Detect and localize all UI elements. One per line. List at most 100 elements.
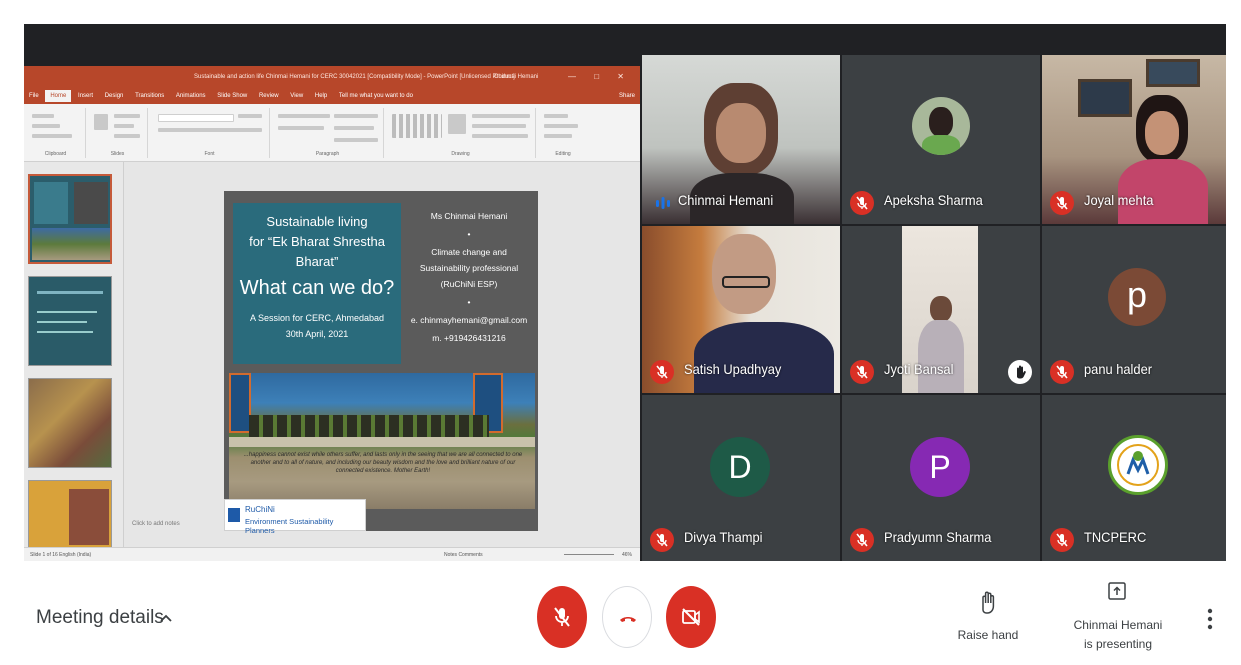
participant-name: Satish Upadhyay: [684, 361, 782, 377]
tab-insert[interactable]: Insert: [73, 90, 98, 102]
bullet: •: [467, 297, 471, 307]
zoom-slider[interactable]: [564, 554, 614, 555]
tab-view[interactable]: View: [285, 90, 308, 102]
bullet: •: [467, 229, 471, 239]
camera-toggle-button[interactable]: [666, 586, 716, 648]
slide-session-line: A Session for CERC, Ahmedabad: [249, 313, 385, 323]
ruchini-logo-mark-icon: [228, 508, 240, 522]
slide-title-block: Sustainable living for “Ek Bharat Shrest…: [233, 203, 401, 364]
slide-thumbnail[interactable]: [28, 174, 112, 264]
tab-transitions[interactable]: Transitions: [130, 90, 169, 102]
chevron-up-icon[interactable]: [158, 610, 174, 626]
tab-design[interactable]: Design: [100, 90, 129, 102]
participant-tile[interactable]: Jyoti Bansal: [842, 226, 1040, 393]
meeting-stage: Sustainable and action life Chinmai Hema…: [24, 24, 1226, 561]
participant-tile[interactable]: p panu halder: [1042, 226, 1226, 393]
participant-name: Divya Thampi: [684, 529, 763, 545]
speaker-email: e. chinmayhemani@gmail.com: [410, 315, 528, 325]
notes-placeholder[interactable]: Click to add notes: [132, 521, 180, 527]
participant-tile[interactable]: P Pradyumn Sharma: [842, 395, 1040, 561]
speaking-indicator-icon: [656, 197, 670, 209]
participant-avatar: p: [1108, 268, 1166, 326]
slide-counter: Slide 1 of 16 English (India): [30, 552, 92, 558]
participant-photo: [912, 97, 970, 155]
participant-name: Chinmai Hemani: [678, 192, 774, 208]
ribbon-group-font: Font: [150, 108, 270, 158]
slide-thumbnail[interactable]: [28, 480, 112, 550]
mic-off-icon: [850, 360, 874, 384]
slide-photo-plants: ...happiness cannot exist while others s…: [229, 373, 535, 509]
notes-comments-toggles[interactable]: Notes Comments: [444, 552, 483, 558]
hand-icon: [982, 591, 995, 614]
mic-off-icon: [554, 607, 570, 627]
participant-tile[interactable]: TNCPERC: [1042, 395, 1226, 561]
slide-thumbnail[interactable]: [28, 276, 112, 366]
hand-raised-icon: [1008, 360, 1032, 384]
presenter-name: Chinmai Hemani: [1073, 618, 1163, 632]
tab-help[interactable]: Help: [310, 90, 332, 102]
mic-off-icon: [850, 191, 874, 215]
tab-animations[interactable]: Animations: [171, 90, 211, 102]
present-screen-icon: [1108, 582, 1126, 600]
camera-off-icon: [682, 608, 700, 626]
shared-screen-powerpoint[interactable]: Sustainable and action life Chinmai Hema…: [24, 66, 640, 561]
participant-tile[interactable]: Chinmai Hemani: [642, 55, 840, 224]
ribbon-group-clipboard: Clipboard: [26, 108, 86, 158]
ppt-status-bar: Slide 1 of 16 English (India) Notes Comm…: [24, 547, 640, 561]
slide-thumbnail[interactable]: [28, 378, 112, 468]
speaker-phone: m. +919426431216: [432, 333, 506, 343]
slide-title-line: Bharat”: [295, 254, 339, 269]
slide-date-line: 30th April, 2021: [285, 329, 349, 339]
mic-off-icon: [1050, 360, 1074, 384]
ribbon-group-paragraph: Paragraph: [272, 108, 384, 158]
tab-review[interactable]: Review: [254, 90, 284, 102]
presenting-status-button[interactable]: Chinmai Hemani is presenting: [1062, 580, 1174, 656]
speaker-org: (RuChiNi ESP): [440, 279, 498, 289]
speaker-name: Ms Chinmai Hemani: [430, 211, 508, 221]
participant-avatar: P: [910, 437, 970, 497]
slide-title-line: Sustainable living: [266, 214, 368, 229]
current-slide[interactable]: Sustainable living for “Ek Bharat Shrest…: [224, 191, 538, 535]
microphone-toggle-button[interactable]: [537, 586, 587, 648]
tncperc-logo: [1108, 435, 1168, 495]
raise-hand-label: Raise hand: [957, 628, 1019, 642]
ppt-ribbon: Clipboard Slides Font Paragraph Drawing …: [24, 104, 640, 162]
participant-tile[interactable]: Joyal mehta: [1042, 55, 1226, 224]
leave-call-button[interactable]: [602, 586, 652, 648]
ribbon-group-editing: Editing: [538, 108, 588, 158]
participant-name: Pradyumn Sharma: [884, 529, 992, 545]
tab-file[interactable]: File: [24, 90, 44, 102]
participant-name: TNCPERC: [1084, 529, 1147, 545]
speaker-role: Climate change and: [431, 247, 507, 257]
raise-hand-button[interactable]: Raise hand: [948, 588, 1028, 648]
participant-tile[interactable]: Apeksha Sharma: [842, 55, 1040, 224]
hang-up-icon: [620, 617, 636, 622]
share-button[interactable]: Share: [614, 90, 640, 102]
participant-tile[interactable]: D Divya Thampi: [642, 395, 840, 561]
meet-window: Sustainable and action life Chinmai Hema…: [0, 0, 1241, 665]
participant-avatar: D: [710, 437, 770, 497]
slide-speaker-block: Ms Chinmai Hemani • Climate change and S…: [404, 205, 534, 365]
ppt-account-name: Chinmai Hemani: [494, 74, 539, 80]
participant-name: Jyoti Bansal: [884, 361, 954, 377]
window-controls-icon: — □ ✕: [568, 72, 632, 81]
ppt-ribbon-tabs: File Home Insert Design Transitions Anim…: [24, 90, 640, 104]
participant-name: Apeksha Sharma: [884, 192, 983, 208]
speaker-role: Sustainability professional: [419, 263, 519, 273]
slide-headline: What can we do?: [239, 277, 395, 299]
zoom-level: 46%: [621, 552, 632, 558]
tab-home[interactable]: Home: [45, 90, 72, 102]
tab-slide-show[interactable]: Slide Show: [212, 90, 252, 102]
more-options-icon[interactable]: [1198, 604, 1222, 634]
ppt-window-title: Sustainable and action life Chinmai Hema…: [194, 74, 515, 80]
slide-thumbnail-pane: [24, 162, 124, 550]
mic-off-icon: [1050, 191, 1074, 215]
slide-title-line: for “Ek Bharat Shrestha: [249, 234, 385, 249]
mic-off-icon: [1050, 528, 1074, 552]
participant-name: Joyal mehta: [1084, 192, 1154, 208]
tell-me-search[interactable]: Tell me what you want to do: [334, 90, 418, 102]
ribbon-group-slides: Slides: [88, 108, 148, 158]
ppt-title-bar: Sustainable and action life Chinmai Hema…: [24, 66, 640, 90]
meeting-details-button[interactable]: Meeting details: [36, 607, 164, 629]
participant-tile[interactable]: Satish Upadhyay: [642, 226, 840, 393]
